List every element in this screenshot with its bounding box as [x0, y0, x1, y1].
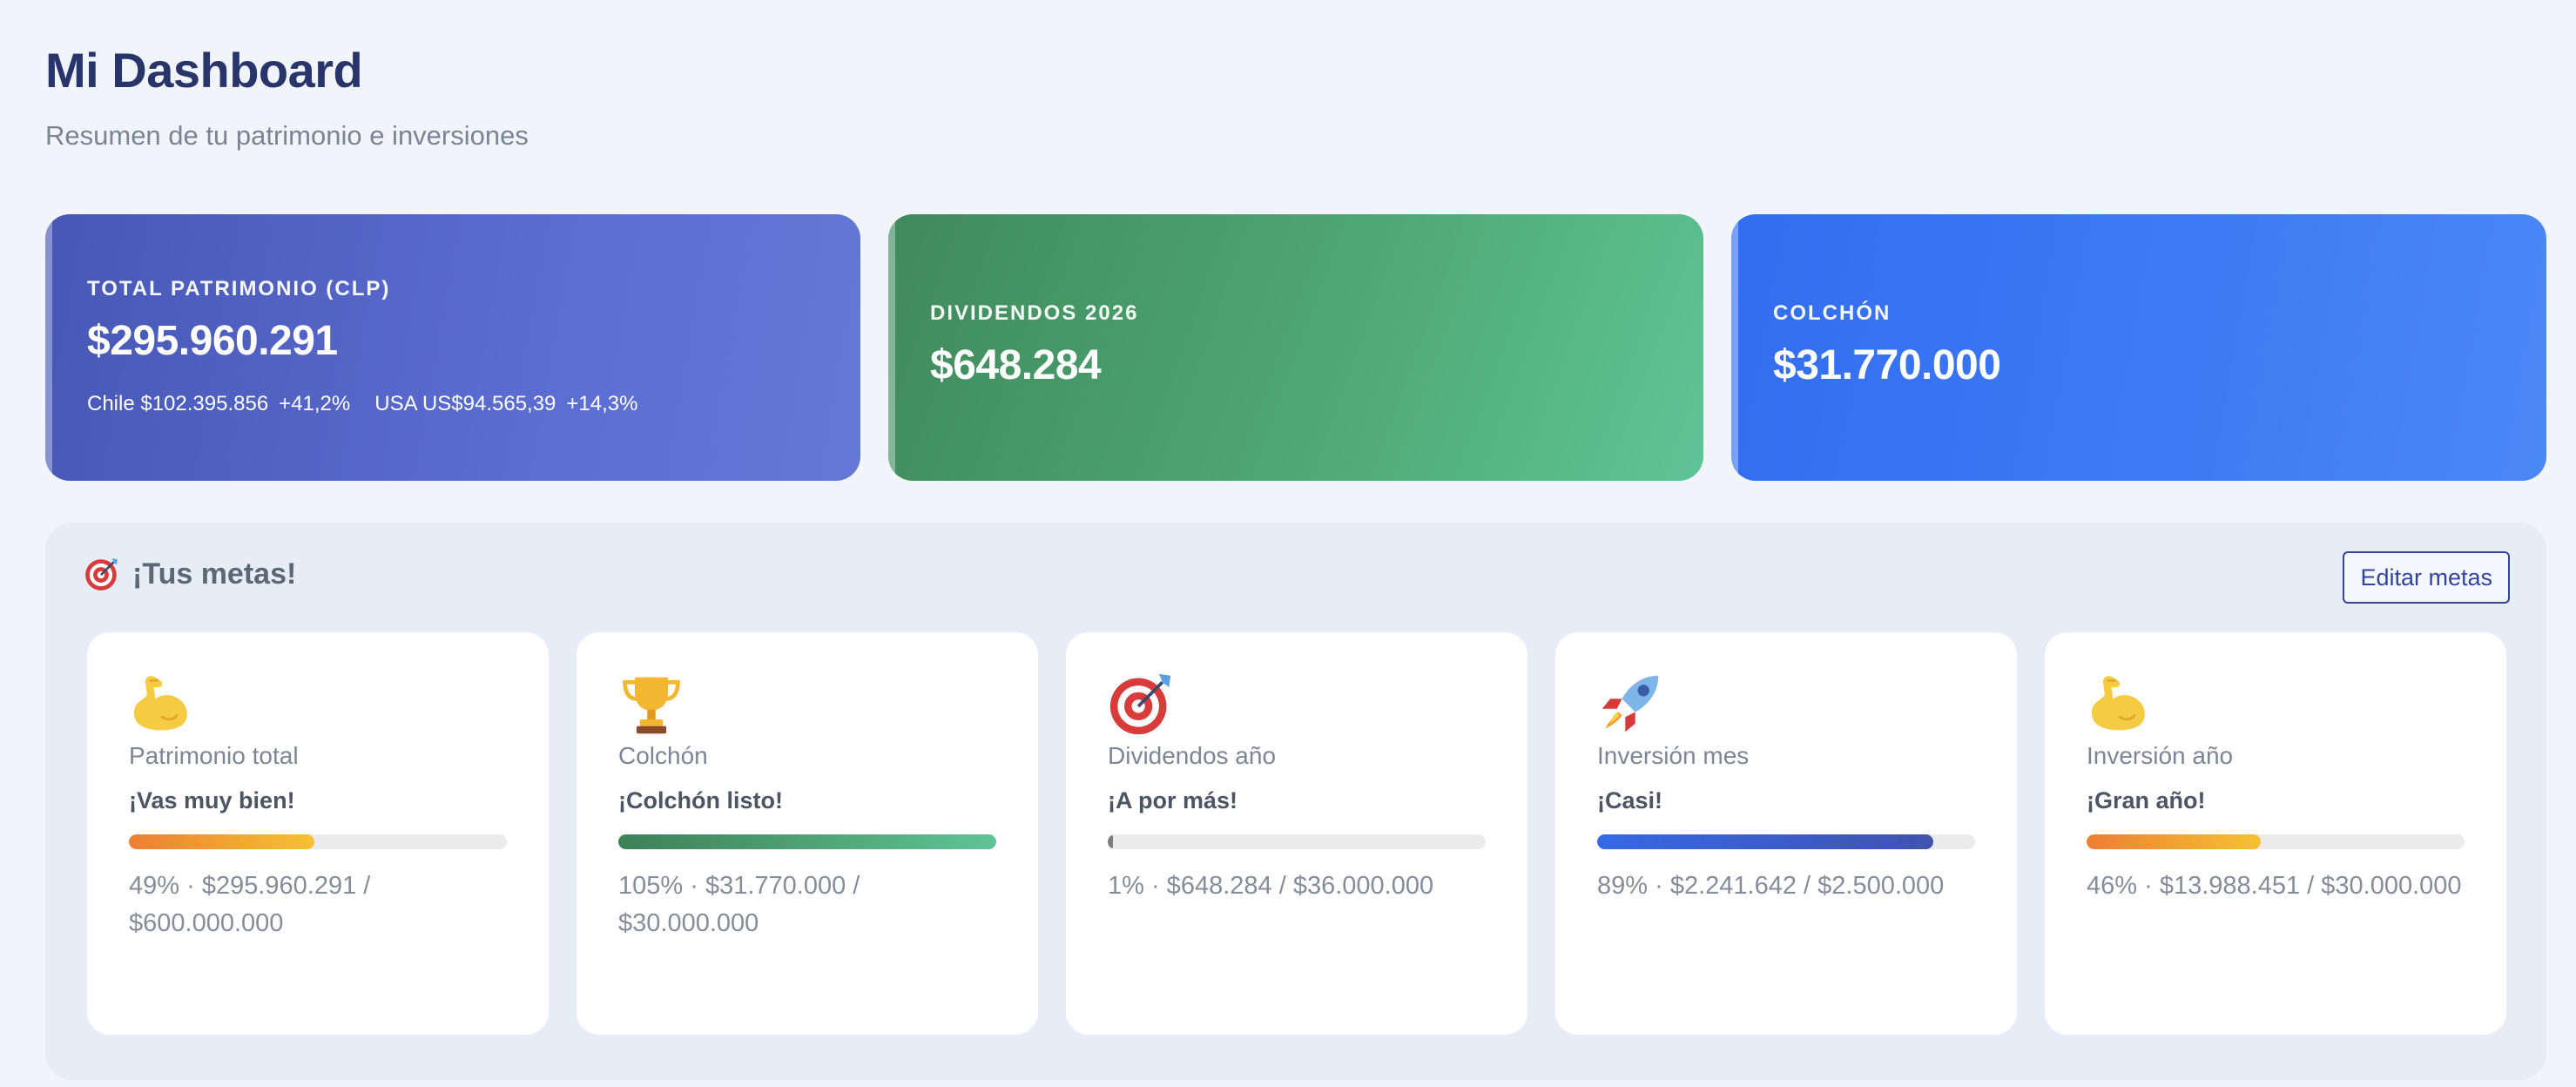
- chile-amount: Chile $102.395.856: [87, 392, 269, 415]
- goal-detail: 89% · $2.241.642 / $2.500.000: [1597, 872, 1945, 900]
- flexed-biceps-icon: [2087, 671, 2153, 737]
- goal-progress-bar: [618, 834, 996, 849]
- goal-message: ¡Gran año!: [2087, 787, 2206, 814]
- goals-title: ¡Tus metas!: [132, 557, 297, 591]
- goal-name: Inversión mes: [1597, 742, 1750, 769]
- goal-progress-fill: [618, 834, 996, 849]
- patrimonio-card: TOTAL PATRIMONIO (CLP) $295.960.291 Chil…: [45, 214, 860, 481]
- usa-breakdown: USA US$94.565,39 +14,3%: [374, 392, 637, 416]
- rocket-icon: [1597, 671, 1663, 737]
- goal-detail: 46% · $13.988.451 / $30.000.000: [2087, 872, 2462, 900]
- goal-detail: 1% · $648.284 / $36.000.000: [1108, 872, 1434, 900]
- colchon-value: $31.770.000: [1773, 342, 2001, 388]
- patrimonio-label: TOTAL PATRIMONIO (CLP): [87, 277, 391, 300]
- goal-progress-bar: [129, 834, 507, 849]
- goal-card: Inversión mes ¡Casi! 89% · $2.241.642 / $2…: [1555, 632, 2017, 1035]
- goal-card: Dividendos año ¡A por más! 1% · $648.284 /…: [1066, 632, 1527, 1035]
- goals-panel: ¡Tus metas! Editar metas Patrimonio tota…: [45, 523, 2546, 1080]
- goal-card: Colchón ¡Colchón listo! 105% · $31.770.000…: [577, 632, 1038, 1035]
- colchon-card: COLCHÓN $31.770.000: [1731, 214, 2546, 481]
- goal-progress-fill: [1597, 834, 1934, 849]
- goals-header: ¡Tus metas!: [84, 556, 296, 592]
- usa-amount: USA US$94.565,39: [374, 392, 556, 415]
- goal-detail: 49% · $295.960.291 / $600.000.000: [129, 872, 371, 937]
- goal-message: ¡A por más!: [1108, 787, 1238, 814]
- target-icon: [1108, 671, 1174, 737]
- page-title: Mi Dashboard: [45, 43, 363, 98]
- goal-name: Dividendos año: [1108, 742, 1277, 769]
- goal-card: Inversión año ¡Gran año! 46% · $13.988.451…: [2045, 632, 2506, 1035]
- dividendos-label: DIVIDENDOS 2026: [930, 301, 1139, 325]
- goal-message: ¡Casi!: [1597, 787, 1663, 814]
- usa-change: +14,3%: [566, 392, 638, 415]
- dashboard-page: Mi Dashboard Resumen de tu patrimonio e …: [0, 0, 2576, 1087]
- edit-goals-button[interactable]: Editar metas: [2343, 551, 2510, 604]
- goal-progress-fill: [2087, 834, 2261, 849]
- goal-name: Patrimonio total: [129, 742, 299, 769]
- target-icon: [85, 558, 118, 591]
- patrimonio-breakdown: Chile $102.395.856 +41,2% USA US$94.565,…: [87, 392, 637, 416]
- goal-progress-bar: [1108, 834, 1486, 849]
- goal-message: ¡Vas muy bien!: [129, 787, 295, 814]
- trophy-icon: [618, 671, 684, 737]
- goal-message: ¡Colchón listo!: [618, 787, 783, 814]
- goal-name: Inversión año: [2087, 742, 2234, 769]
- patrimonio-value: $295.960.291: [87, 318, 338, 364]
- goal-card: Patrimonio total ¡Vas muy bien! 49% · $295…: [87, 632, 549, 1035]
- chile-breakdown: Chile $102.395.856 +41,2%: [87, 392, 350, 416]
- goal-progress-bar: [1597, 834, 1975, 849]
- goal-progress-fill: [129, 834, 314, 849]
- dividendos-card: DIVIDENDOS 2026 $648.284: [888, 214, 1703, 481]
- goal-detail: 105% · $31.770.000 / $30.000.000: [618, 872, 860, 937]
- goal-progress-fill: [1108, 834, 1113, 849]
- page-subtitle: Resumen de tu patrimonio e inversiones: [45, 120, 529, 151]
- colchon-label: COLCHÓN: [1773, 301, 1892, 325]
- flexed-biceps-icon: [129, 671, 195, 737]
- goal-progress-bar: [2087, 834, 2465, 849]
- chile-change: +41,2%: [279, 392, 351, 415]
- goal-name: Colchón: [618, 742, 708, 769]
- dividendos-value: $648.284: [930, 342, 1102, 388]
